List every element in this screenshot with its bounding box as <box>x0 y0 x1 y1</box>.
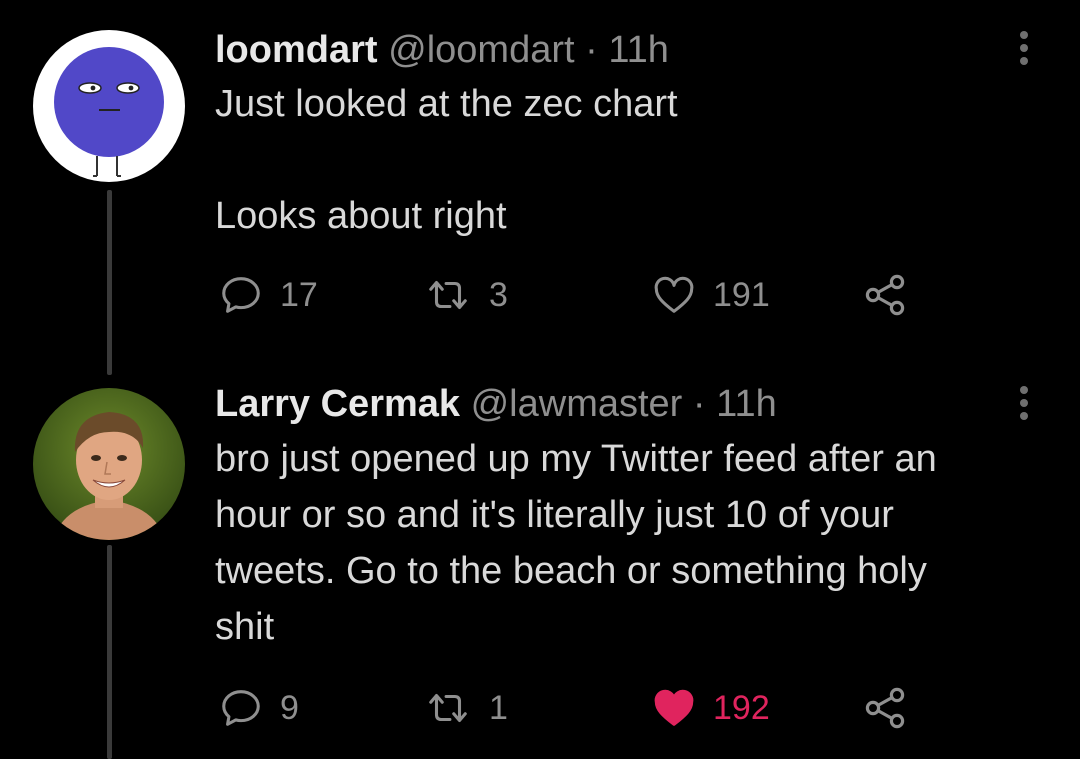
user-handle[interactable]: @loomdart <box>388 29 574 71</box>
retweet-icon <box>429 694 467 722</box>
share-icon <box>865 687 905 729</box>
retweet-count: 3 <box>489 275 508 314</box>
more-options-icon[interactable] <box>1014 381 1034 425</box>
heart-outline-icon <box>654 276 694 313</box>
reply-button[interactable]: 17 <box>218 270 318 320</box>
share-icon <box>865 274 905 316</box>
reply-button[interactable]: 9 <box>218 683 299 733</box>
tweet-text: Just looked at the zec chart Looks about… <box>215 83 678 237</box>
tweet-header: Larry Cermak @lawmaster · 11h <box>215 382 777 426</box>
like-count: 192 <box>713 688 770 727</box>
display-name[interactable]: loomdart <box>215 29 378 71</box>
retweet-button[interactable]: 3 <box>423 270 508 320</box>
thread-line-lower <box>107 545 112 759</box>
retweet-count: 1 <box>489 688 508 727</box>
reply-count: 17 <box>280 275 318 314</box>
retweet-button[interactable]: 1 <box>423 683 508 733</box>
timestamp[interactable]: 11h <box>608 29 669 71</box>
separator-dot: · <box>692 383 706 425</box>
like-count: 191 <box>713 275 770 314</box>
avatar[interactable] <box>33 388 185 540</box>
heart-filled-icon <box>654 689 694 726</box>
tweet-actions: 9 1 192 <box>218 683 938 733</box>
display-name[interactable]: Larry Cermak <box>215 383 460 425</box>
tweet-text: bro just opened up my Twitter feed after… <box>215 438 937 648</box>
thread-line-upper <box>107 190 112 375</box>
timestamp[interactable]: 11h <box>716 383 777 425</box>
separator-dot: · <box>585 29 598 71</box>
more-options-icon[interactable] <box>1014 26 1034 70</box>
blue-face-avatar-icon <box>33 30 185 182</box>
reply-count: 9 <box>280 688 299 727</box>
like-button[interactable]: 191 <box>651 270 770 320</box>
avatar[interactable] <box>33 30 185 182</box>
user-handle[interactable]: @lawmaster <box>471 383 683 425</box>
tweet-actions: 17 3 191 <box>218 270 938 320</box>
reply-icon <box>222 277 260 313</box>
retweet-icon <box>429 281 467 309</box>
portrait-photo-avatar-icon <box>33 388 185 540</box>
reply-icon <box>222 690 260 726</box>
share-button[interactable] <box>861 270 909 320</box>
like-button[interactable]: 192 <box>651 683 770 733</box>
tweet-header: loomdart @loomdart · 11h <box>215 28 669 72</box>
share-button[interactable] <box>861 683 909 733</box>
